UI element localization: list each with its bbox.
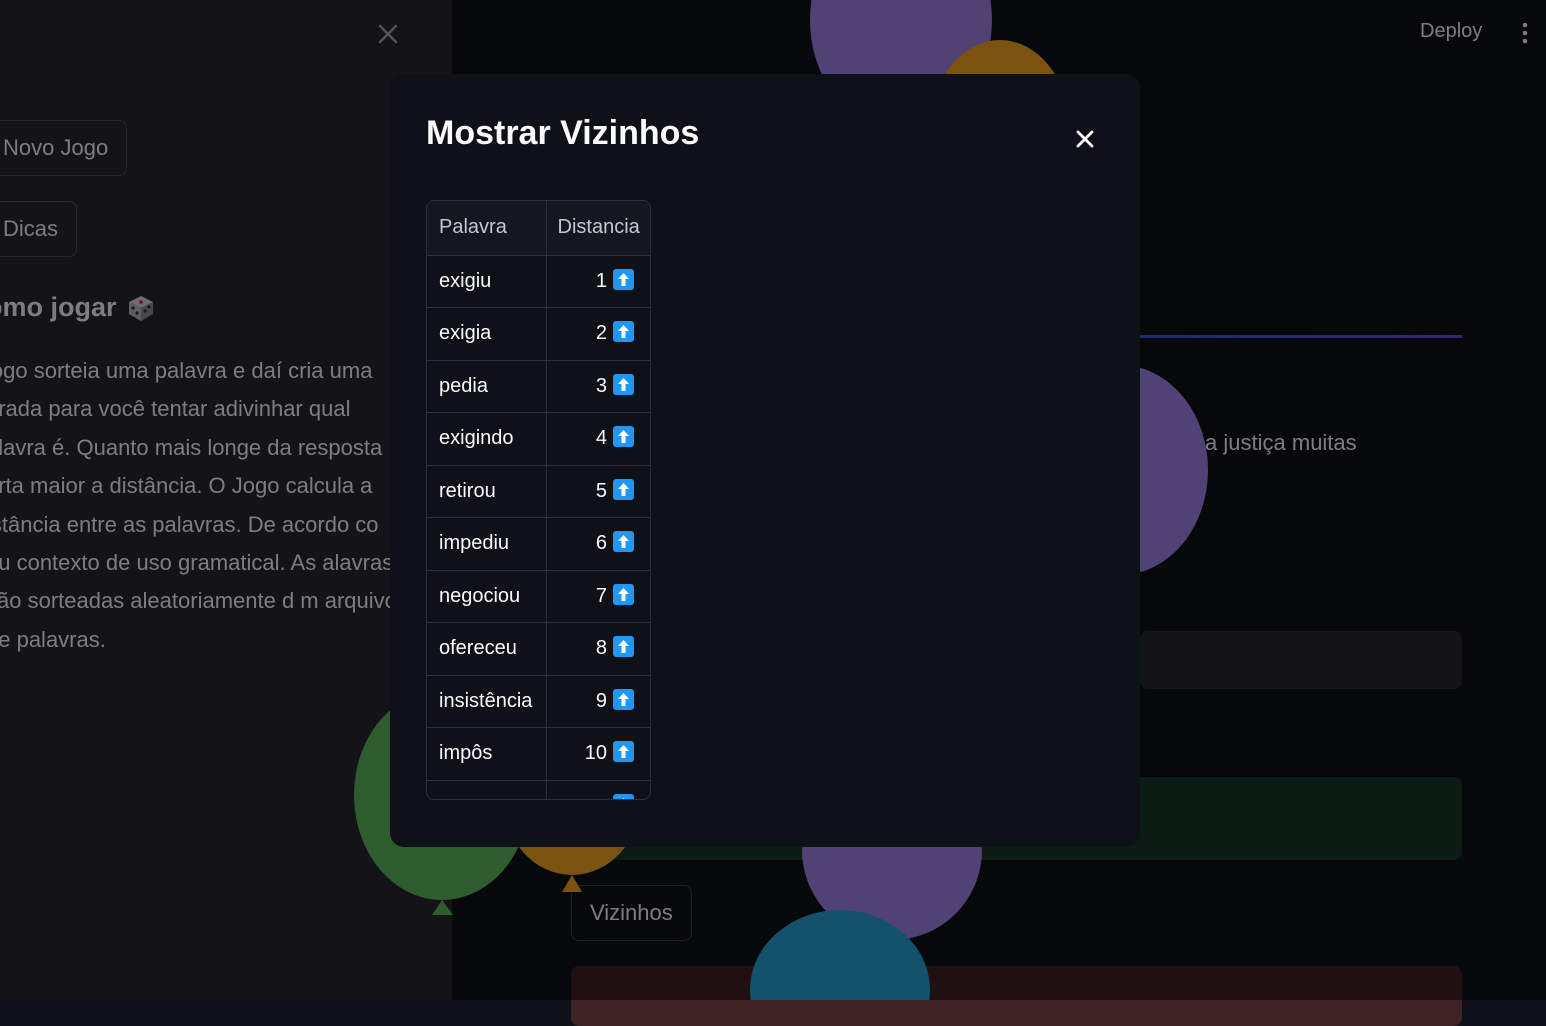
word-cell: [427, 780, 547, 799]
distance-value: 5: [595, 479, 607, 502]
table-row[interactable]: exigia 2: [427, 307, 650, 361]
table-row[interactable]: exigindo 4: [427, 412, 650, 466]
close-icon[interactable]: [1070, 124, 1100, 154]
distance-value: 9: [595, 689, 607, 712]
distance-cell: 9: [546, 675, 650, 728]
word-cell: exigindo: [427, 412, 547, 466]
word-cell: impediu: [427, 517, 547, 571]
word-cell: exigia: [427, 307, 547, 361]
distance-cell: 2: [546, 307, 650, 361]
up-arrow-icon: [613, 426, 634, 448]
distance-cell: 10: [546, 727, 650, 781]
distance-value: 8: [595, 637, 607, 660]
table-row[interactable]: insistência 9: [427, 675, 650, 728]
dialog-title: Mostrar Vizinhos: [426, 114, 700, 152]
up-arrow-icon: [613, 478, 634, 500]
distance-cell: 1: [546, 255, 650, 308]
distance-cell: 8: [546, 622, 650, 676]
column-header-word[interactable]: Palavra: [427, 201, 547, 256]
table-row[interactable]: pedia 3: [427, 360, 650, 413]
word-cell: impôs: [427, 727, 547, 781]
word-cell: negociou: [427, 570, 547, 623]
word-cell: ofereceu: [427, 622, 547, 676]
table-row[interactable]: impôs 10: [427, 727, 650, 781]
up-arrow-icon: [613, 583, 634, 605]
up-arrow-icon: [613, 793, 634, 799]
distance-value: 2: [595, 322, 607, 345]
distance-cell: 6: [546, 517, 650, 571]
distance-cell: 5: [546, 465, 650, 518]
distance-cell: 7: [546, 570, 650, 623]
word-cell: exigiu: [427, 255, 547, 308]
distance-value: 4: [595, 427, 607, 450]
distance-value: 6: [595, 532, 607, 555]
distance-cell: 3: [546, 360, 650, 413]
table-row[interactable]: negociou 7: [427, 570, 650, 623]
table-row[interactable]: retirou 5: [427, 465, 650, 518]
table-row[interactable]: [427, 780, 650, 799]
distance-cell: [546, 780, 650, 799]
distance-value: 1: [595, 269, 607, 292]
column-header-distance[interactable]: Distancia: [546, 201, 650, 256]
distance-value: 3: [595, 374, 607, 397]
up-arrow-icon: [613, 268, 634, 290]
table-row[interactable]: exigiu 1: [427, 255, 650, 308]
table-row[interactable]: ofereceu 8: [427, 622, 650, 676]
distance-value: 10: [584, 742, 607, 765]
word-cell: pedia: [427, 360, 547, 413]
table-row[interactable]: impediu 6: [427, 517, 650, 571]
neighbors-table[interactable]: Palavra Distancia exigiu 1 exigia 2 pedia 3 ex…: [426, 200, 651, 800]
up-arrow-icon: [613, 321, 634, 343]
up-arrow-icon: [613, 688, 634, 710]
up-arrow-icon: [613, 531, 634, 553]
up-arrow-icon: [613, 741, 634, 763]
distance-cell: 4: [546, 412, 650, 466]
distance-value: 7: [595, 584, 607, 607]
word-cell: insistência: [427, 675, 547, 728]
word-cell: retirou: [427, 465, 547, 518]
up-arrow-icon: [613, 373, 634, 395]
neighbors-dialog: Mostrar Vizinhos Palavra Distancia exigi…: [390, 74, 1140, 847]
table-header-row: Palavra Distancia: [427, 201, 650, 256]
up-arrow-icon: [613, 636, 634, 658]
